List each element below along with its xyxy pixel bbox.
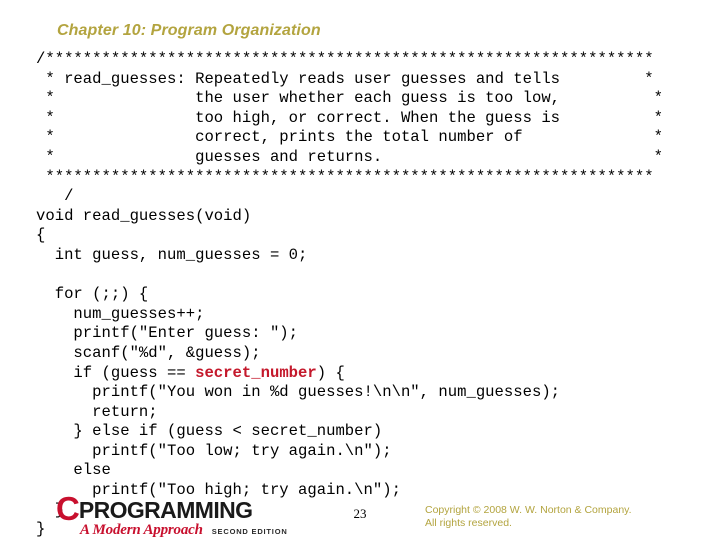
logo-initial-c: C [56,490,80,527]
code-line: * read_guesses: Repeatedly reads user gu… [36,69,654,88]
code-line: scanf("%d", &guess); [36,343,261,362]
code-line: * the user whether each guess is too low… [36,89,663,108]
c-programming-logo: C PROGRAMMING A Modern Approach SECOND E… [56,490,326,540]
slide-footer: C PROGRAMMING A Modern Approach SECOND E… [0,490,720,540]
code-line: for (;;) { [36,285,149,304]
code-line: return; [36,402,158,421]
page-title: Chapter 10: Program Organization [57,22,321,39]
logo-wordmark: PROGRAMMING [78,497,253,523]
copyright-notice: Copyright © 2008 W. W. Norton & Company.… [425,504,632,529]
logo-title-row: C PROGRAMMING [56,490,253,527]
code-line: printf("You won in %d guesses!\n\n", num… [36,383,561,402]
code-highlight-token: secret_number [195,363,317,382]
logo-subtitle-row: A Modern Approach SECOND EDITION [80,522,288,539]
code-line: * too high, or correct. When the guess i… [36,108,663,127]
code-line: printf("Too low; try again.\n"); [36,441,392,460]
code-line: / [36,187,74,206]
code-line: * correct, prints the total number of * [36,128,663,147]
code-line: ****************************************… [36,167,654,186]
code-listing: /***************************************… [36,50,712,540]
code-line: { [36,226,46,245]
code-line: num_guesses++; [36,304,205,323]
code-line: if (guess == secret_number) { [36,363,345,382]
copyright-line-2: All rights reserved. [425,516,512,529]
code-line: else [36,461,111,480]
slide-canvas: Chapter 10: Program Organization /******… [0,0,720,540]
code-line: /***************************************… [36,50,654,68]
code-line: void read_guesses(void) [36,206,252,225]
code-line: } else if (guess < secret_number) [36,422,383,441]
logo-tagline: A Modern Approach [80,522,203,538]
code-line: printf("Enter guess: "); [36,324,299,343]
copyright-line-1: Copyright © 2008 W. W. Norton & Company. [425,504,632,516]
code-line: * guesses and returns. * [36,147,663,166]
page-number: 23 [353,506,367,521]
code-line: int guess, num_guesses = 0; [36,245,308,264]
logo-edition: SECOND EDITION [211,527,288,536]
